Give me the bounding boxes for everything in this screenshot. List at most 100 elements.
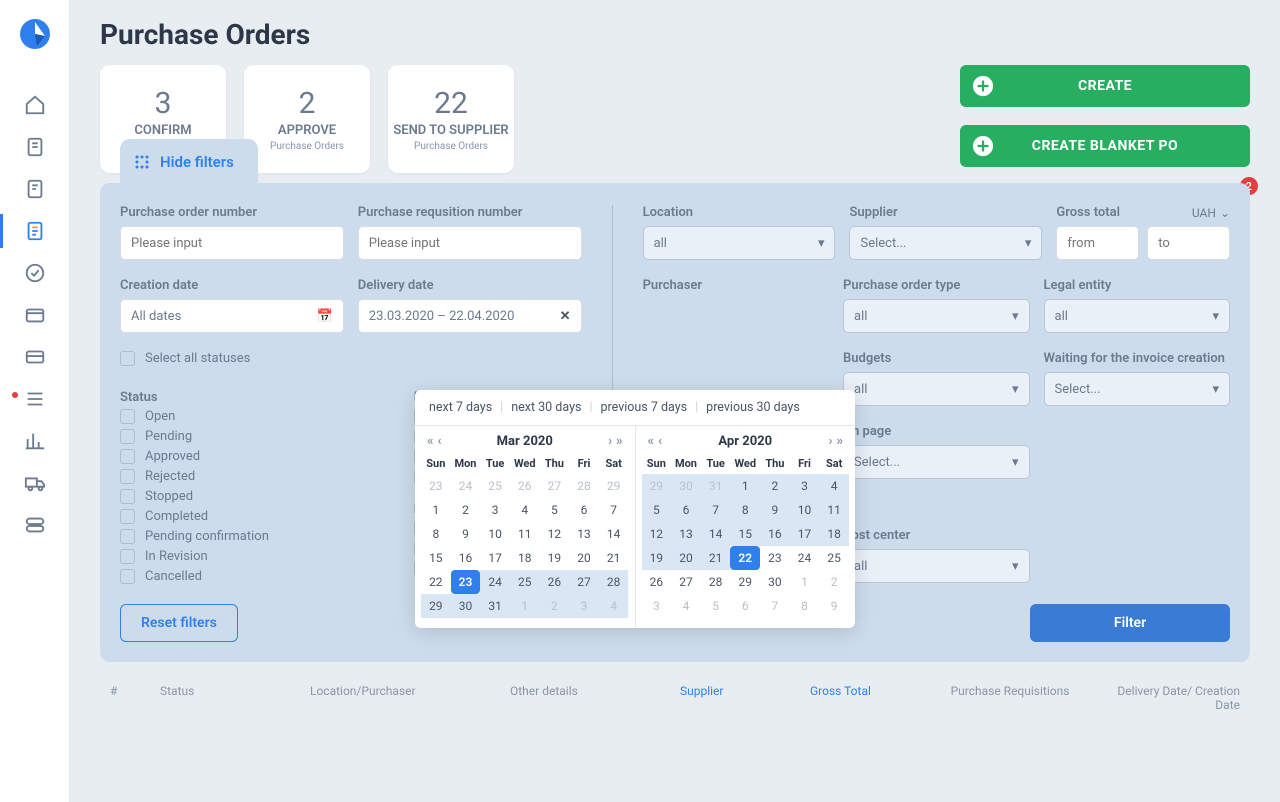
- calendar-day[interactable]: 2: [540, 594, 570, 618]
- calendar-day[interactable]: 22: [421, 570, 451, 594]
- calendar-day[interactable]: 15: [421, 546, 451, 570]
- calendar-day[interactable]: 17: [790, 522, 820, 546]
- calendar-day[interactable]: 18: [510, 546, 540, 570]
- calendar-day[interactable]: 21: [701, 546, 731, 570]
- calendar-day[interactable]: 29: [421, 594, 451, 618]
- nav-card-icon[interactable]: [24, 346, 46, 368]
- create-blanket-button[interactable]: CREATE BLANKET PO: [960, 125, 1250, 167]
- calendar-day[interactable]: 30: [671, 474, 701, 498]
- nav-home-icon[interactable]: [24, 94, 46, 116]
- calendar-day[interactable]: 18: [819, 522, 849, 546]
- preset-next7[interactable]: next 7 days: [429, 400, 492, 415]
- status-checkbox[interactable]: Open: [120, 409, 400, 424]
- hide-filters-toggle[interactable]: Hide filters: [120, 139, 258, 185]
- col-status[interactable]: Status: [160, 684, 300, 712]
- po-type-select[interactable]: all▾: [843, 299, 1029, 333]
- preset-prev30[interactable]: previous 30 days: [706, 400, 800, 415]
- status-checkbox[interactable]: In Revision: [120, 549, 400, 564]
- delivery-date-input[interactable]: 23.03.2020 – 22.04.2020 ✕: [358, 299, 582, 333]
- calendar-day[interactable]: 29: [599, 474, 629, 498]
- calendar-day[interactable]: 4: [819, 474, 849, 498]
- pr-number-input[interactable]: [358, 226, 582, 260]
- calendar-day[interactable]: 11: [819, 498, 849, 522]
- calendar-day[interactable]: 28: [599, 570, 629, 594]
- card-send[interactable]: 22 SEND TO SUPPLIER Purchase Orders: [388, 65, 514, 173]
- calendar-day[interactable]: 19: [642, 546, 672, 570]
- calendar-day[interactable]: 8: [730, 498, 760, 522]
- calendar-day[interactable]: 7: [599, 498, 629, 522]
- gross-to-input[interactable]: [1147, 226, 1230, 260]
- calendar-day[interactable]: 24: [451, 474, 481, 498]
- next-month-icon[interactable]: ›: [829, 434, 833, 449]
- col-gross[interactable]: Gross Total: [810, 684, 930, 712]
- calendar-day[interactable]: 7: [701, 498, 731, 522]
- calendar-day[interactable]: 1: [510, 594, 540, 618]
- calendar-day[interactable]: 9: [819, 594, 849, 618]
- clear-icon[interactable]: ✕: [560, 309, 571, 324]
- nav-doc1-icon[interactable]: [24, 136, 46, 158]
- calendar-day[interactable]: 8: [421, 522, 451, 546]
- filter-button[interactable]: Filter: [1030, 604, 1230, 642]
- col-other[interactable]: Other details: [510, 684, 670, 712]
- calendar-day[interactable]: 6: [569, 498, 599, 522]
- supplier-select[interactable]: Select...▾: [849, 226, 1042, 260]
- calendar-day[interactable]: 24: [480, 570, 510, 594]
- calendar-day[interactable]: 2: [451, 498, 481, 522]
- nav-list-icon[interactable]: [24, 388, 46, 410]
- prev-month-icon[interactable]: ‹: [658, 434, 662, 449]
- calendar-day[interactable]: 26: [510, 474, 540, 498]
- status-checkbox[interactable]: Pending: [120, 429, 400, 444]
- calendar-day[interactable]: 8: [790, 594, 820, 618]
- col-location[interactable]: Location/Purchaser: [310, 684, 500, 712]
- calendar-day[interactable]: 4: [599, 594, 629, 618]
- calendar-day[interactable]: 11: [510, 522, 540, 546]
- calendar-day[interactable]: 14: [701, 522, 731, 546]
- calendar-day[interactable]: 27: [569, 570, 599, 594]
- po-number-input[interactable]: [120, 226, 344, 260]
- next-year-icon[interactable]: »: [616, 434, 623, 449]
- calendar-day[interactable]: 20: [671, 546, 701, 570]
- calendar-day[interactable]: 23: [421, 474, 451, 498]
- prev-year-icon[interactable]: «: [648, 434, 655, 449]
- legal-select[interactable]: all▾: [1044, 299, 1230, 333]
- status-checkbox[interactable]: Rejected: [120, 469, 400, 484]
- calendar-day[interactable]: 13: [671, 522, 701, 546]
- card-approve[interactable]: 2 APPROVE Purchase Orders: [244, 65, 370, 173]
- calendar-day[interactable]: 29: [642, 474, 672, 498]
- onpage-select[interactable]: Select...▾: [843, 445, 1029, 479]
- calendar-day[interactable]: 14: [599, 522, 629, 546]
- col-supplier[interactable]: Supplier: [680, 684, 800, 712]
- status-checkbox[interactable]: Cancelled: [120, 569, 400, 584]
- status-checkbox[interactable]: Stopped: [120, 489, 400, 504]
- calendar-day[interactable]: 5: [540, 498, 570, 522]
- calendar-day[interactable]: 13: [569, 522, 599, 546]
- status-checkbox[interactable]: Pending confirmation: [120, 529, 400, 544]
- calendar-day[interactable]: 4: [671, 594, 701, 618]
- calendar-day[interactable]: 27: [671, 570, 701, 594]
- calendar-day[interactable]: 9: [451, 522, 481, 546]
- calendar-day[interactable]: 27: [540, 474, 570, 498]
- calendar-day[interactable]: 23: [760, 546, 790, 570]
- nav-toggle-icon[interactable]: [24, 514, 46, 536]
- calendar-day[interactable]: 3: [642, 594, 672, 618]
- calendar-day[interactable]: 19: [540, 546, 570, 570]
- calendar-day[interactable]: 30: [451, 594, 481, 618]
- calendar-day[interactable]: 28: [701, 570, 731, 594]
- calendar-day[interactable]: 31: [701, 474, 731, 498]
- nav-doc2-icon[interactable]: [24, 178, 46, 200]
- calendar-day[interactable]: 25: [819, 546, 849, 570]
- calendar-day[interactable]: 15: [730, 522, 760, 546]
- select-all-statuses[interactable]: Select all statuses: [120, 351, 582, 366]
- calendar-day[interactable]: 26: [540, 570, 570, 594]
- calendar-day[interactable]: 1: [790, 570, 820, 594]
- calendar-day[interactable]: 17: [480, 546, 510, 570]
- calendar-day[interactable]: 12: [642, 522, 672, 546]
- calendar-day[interactable]: 3: [569, 594, 599, 618]
- nav-truck-icon[interactable]: [24, 472, 46, 494]
- calendar-day[interactable]: 22: [730, 546, 760, 570]
- calendar-day[interactable]: 29: [730, 570, 760, 594]
- calendar-day[interactable]: 6: [730, 594, 760, 618]
- calendar-day[interactable]: 3: [790, 474, 820, 498]
- nav-chart-icon[interactable]: [24, 430, 46, 452]
- col-pr[interactable]: Purchase Requisitions: [940, 684, 1080, 712]
